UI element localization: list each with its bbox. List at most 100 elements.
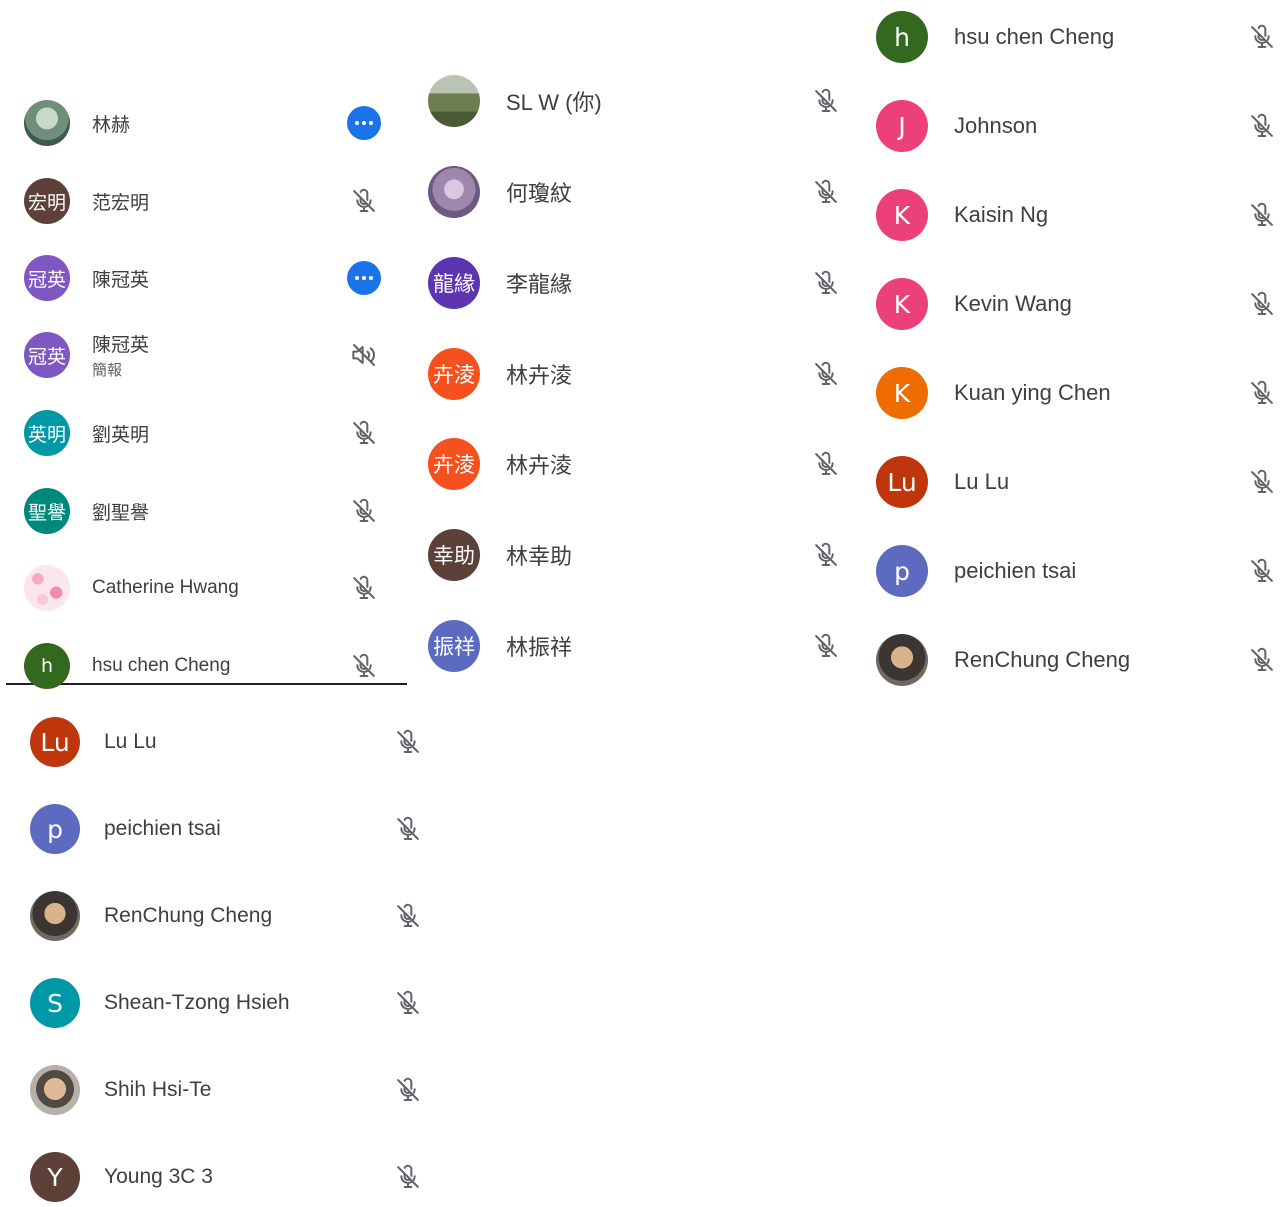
participant-avatar: 冠英 xyxy=(24,332,70,378)
mute-status-button[interactable] xyxy=(1242,195,1282,235)
participant-name: Johnson xyxy=(954,113,1038,138)
participant-row[interactable]: SL W (你) xyxy=(410,71,860,131)
participant-name: 林振祥 xyxy=(506,635,573,660)
mute-status-button[interactable] xyxy=(806,626,846,666)
mic-off-icon xyxy=(1246,110,1278,142)
mic-off-icon xyxy=(810,176,842,208)
participant-row[interactable]: Shih Hsi-Te xyxy=(0,1060,440,1120)
participant-row[interactable]: 何瓊紋 xyxy=(410,162,860,222)
participant-row[interactable]: Lu Lu Lu xyxy=(850,452,1283,512)
mic-off-icon xyxy=(1246,644,1278,676)
participant-name: 陳冠英 xyxy=(92,269,150,291)
mic-off-icon xyxy=(348,650,380,682)
participant-name: Kaisin Ng xyxy=(954,202,1049,227)
mute-status-button[interactable] xyxy=(806,81,846,121)
mute-status-button[interactable] xyxy=(1242,462,1282,502)
mute-status-button[interactable] xyxy=(1242,373,1282,413)
mute-status-button[interactable] xyxy=(388,1157,428,1197)
mute-status-button[interactable] xyxy=(1242,106,1282,146)
participant-row[interactable]: S Shean-Tzong Hsieh xyxy=(0,973,440,1033)
mic-off-icon xyxy=(392,813,424,845)
participant-name: hsu chen Cheng xyxy=(954,24,1115,49)
mute-status-button[interactable] xyxy=(388,983,428,1023)
mic-off-icon xyxy=(392,726,424,758)
participant-row[interactable]: p peichien tsai xyxy=(0,799,440,859)
more-options-button[interactable] xyxy=(344,103,384,143)
mute-status-button[interactable] xyxy=(806,354,846,394)
mic-off-icon xyxy=(348,572,380,604)
participant-row[interactable]: p peichien tsai xyxy=(850,541,1283,601)
participant-row[interactable]: Y Young 3C 3 xyxy=(0,1147,440,1207)
mic-off-icon xyxy=(810,358,842,390)
mute-status-button[interactable] xyxy=(344,181,384,221)
mute-status-button[interactable] xyxy=(344,413,384,453)
participant-row[interactable]: 宏明 范宏明 xyxy=(0,171,410,231)
participant-row[interactable]: J Johnson xyxy=(850,96,1283,156)
participant-row[interactable]: 冠英 陳冠英 簡報 xyxy=(0,325,410,385)
mic-off-icon xyxy=(1246,199,1278,231)
participant-list-panel-d: Lu Lu Lu p peichien tsai RenChung Cheng S Shea… xyxy=(0,690,440,1202)
mute-status-button[interactable] xyxy=(806,172,846,212)
participant-name: Young 3C 3 xyxy=(104,1165,213,1188)
mic-off-icon xyxy=(392,900,424,932)
participant-row[interactable]: K Kevin Wang xyxy=(850,274,1283,334)
participant-row[interactable]: h hsu chen Cheng xyxy=(850,7,1283,67)
mute-status-button[interactable] xyxy=(344,646,384,686)
participant-row[interactable]: 冠英 陳冠英 xyxy=(0,248,410,308)
participant-name: Shih Hsi-Te xyxy=(104,1078,212,1101)
participant-name: 劉聖譽 xyxy=(92,502,150,524)
participant-avatar: S xyxy=(30,978,80,1028)
participant-list-panel-c: h hsu chen Cheng J Johnson K Kaisin Ng K Kevin … xyxy=(850,0,1283,700)
mic-off-icon xyxy=(348,185,380,217)
mic-off-icon xyxy=(348,495,380,527)
participant-avatar: h xyxy=(876,11,928,63)
mute-status-button[interactable] xyxy=(806,535,846,575)
mute-status-button[interactable] xyxy=(344,491,384,531)
participant-row[interactable]: 幸助 林幸助 xyxy=(410,525,860,585)
mute-status-button[interactable] xyxy=(1242,284,1282,324)
participant-avatar: 宏明 xyxy=(24,178,70,224)
mic-off-icon xyxy=(1246,288,1278,320)
participant-row[interactable]: 聖譽 劉聖譽 xyxy=(0,481,410,541)
participant-avatar: p xyxy=(30,804,80,854)
mute-status-button[interactable] xyxy=(1242,17,1282,57)
mute-status-button[interactable] xyxy=(388,1070,428,1110)
mute-status-button[interactable] xyxy=(806,263,846,303)
participant-avatar xyxy=(876,634,928,686)
participant-row[interactable]: K Kaisin Ng xyxy=(850,185,1283,245)
participant-avatar: 振祥 xyxy=(428,620,480,672)
participant-row[interactable]: RenChung Cheng xyxy=(0,886,440,946)
more-options-button[interactable] xyxy=(344,258,384,298)
more-options-icon xyxy=(347,261,381,295)
participant-row[interactable]: 振祥 林振祥 xyxy=(410,616,860,676)
participant-row[interactable]: K Kuan ying Chen xyxy=(850,363,1283,423)
mic-off-icon xyxy=(1246,21,1278,53)
participant-row[interactable]: Lu Lu Lu xyxy=(0,712,440,772)
participant-row[interactable]: RenChung Cheng xyxy=(850,630,1283,690)
presentation-audio-off-button[interactable] xyxy=(344,335,384,375)
mute-status-button[interactable] xyxy=(1242,640,1282,680)
mute-status-button[interactable] xyxy=(1242,551,1282,591)
participant-name: 范宏明 xyxy=(92,192,150,214)
participant-row[interactable]: 龍緣 李龍緣 xyxy=(410,253,860,313)
mute-status-button[interactable] xyxy=(344,568,384,608)
mute-status-button[interactable] xyxy=(806,444,846,484)
speaker-off-icon xyxy=(348,339,380,371)
mute-status-button[interactable] xyxy=(388,896,428,936)
participant-name: 劉英明 xyxy=(92,424,150,446)
mic-off-icon xyxy=(1246,377,1278,409)
participant-row[interactable]: 林赫 xyxy=(0,93,410,153)
participant-avatar xyxy=(24,100,70,146)
participant-avatar: 英明 xyxy=(24,410,70,456)
mute-status-button[interactable] xyxy=(388,722,428,762)
participant-row[interactable]: 卉淩 林卉淩 xyxy=(410,344,860,404)
participant-row[interactable]: 卉淩 林卉淩 xyxy=(410,434,860,494)
mic-off-icon xyxy=(1246,466,1278,498)
mute-status-button[interactable] xyxy=(388,809,428,849)
participant-avatar: K xyxy=(876,189,928,241)
participant-row[interactable]: Catherine Hwang xyxy=(0,558,410,618)
participant-avatar: 卉淩 xyxy=(428,438,480,490)
mic-off-icon xyxy=(810,85,842,117)
participant-row[interactable]: h hsu chen Cheng xyxy=(0,636,410,696)
participant-row[interactable]: 英明 劉英明 xyxy=(0,403,410,463)
